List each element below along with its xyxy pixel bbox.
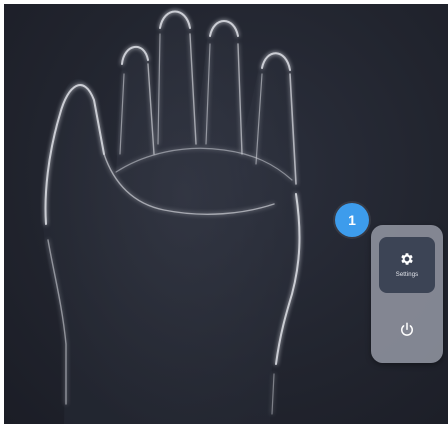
power-icon: [401, 322, 413, 336]
step-number-badge: 1: [335, 203, 369, 237]
settings-button[interactable]: Settings: [379, 237, 435, 293]
bottom-border: [0, 424, 448, 430]
settings-label: Settings: [395, 271, 419, 278]
power-button[interactable]: [379, 305, 435, 355]
hand-menu-panel: Settings: [371, 225, 443, 363]
gear-icon: [401, 252, 413, 265]
viewport: 1 Settings: [4, 4, 448, 424]
